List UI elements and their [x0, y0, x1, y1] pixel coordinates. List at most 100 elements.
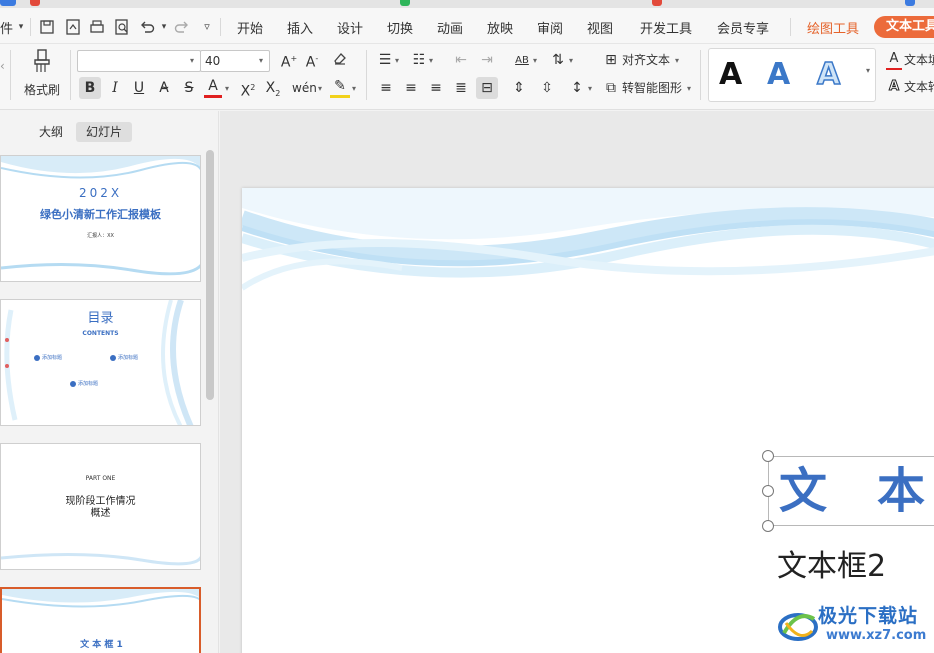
tab-design[interactable]: 设计 [337, 18, 363, 37]
sort-text-button[interactable]: ⇅ [549, 50, 567, 70]
font-size-dropdown-icon[interactable]: ▾ [259, 56, 263, 65]
smartart-dropdown-icon[interactable]: ▾ [687, 84, 691, 93]
resize-handle-top-left[interactable] [762, 450, 774, 462]
align-right-button[interactable]: ≡ [427, 78, 445, 98]
increase-font-size-icon[interactable]: A+ [280, 49, 298, 73]
numbered-list-dropdown-icon[interactable]: ▾ [429, 56, 433, 65]
strikethrough-button[interactable]: S [179, 78, 199, 98]
tab-view[interactable]: 视图 [587, 18, 613, 37]
italic-button[interactable]: I [105, 78, 125, 98]
align-text-icon[interactable]: ⊞ [602, 50, 620, 70]
watermark-site-name: 极光下载站 [818, 605, 919, 627]
spacing-dropdown-icon[interactable]: ▾ [588, 84, 592, 93]
tab-animation[interactable]: 动画 [437, 18, 463, 37]
tab-slideshow[interactable]: 放映 [487, 18, 513, 37]
aurora-logo-icon [778, 613, 818, 641]
convert-smartart-button[interactable]: 转智能图形 [622, 78, 686, 98]
file-menu-chevron-icon[interactable]: ▾ [12, 18, 30, 36]
decrease-indent-button[interactable]: ⇤ [452, 50, 470, 70]
phonetic-guide-button[interactable]: wén [292, 78, 317, 98]
customize-toolbar-icon[interactable]: ▿ [198, 18, 216, 36]
text-shadow-button[interactable]: A̴ [154, 78, 174, 98]
tab-text-tools[interactable]: 文本工具 [874, 16, 934, 38]
text-box-1-content[interactable]: 文本 [779, 461, 934, 521]
undo-icon[interactable] [138, 18, 156, 36]
print-preview-icon[interactable] [113, 18, 131, 36]
divider [220, 18, 221, 36]
resize-handle-middle-left[interactable] [762, 485, 774, 497]
redo-icon[interactable] [173, 18, 191, 36]
undo-dropdown-icon[interactable]: ▾ [155, 18, 173, 36]
spacing-options-button[interactable]: ↕ [568, 78, 586, 98]
thumb2-title: 目录 [87, 311, 114, 326]
phonetic-dropdown-icon[interactable]: ▾ [318, 84, 322, 93]
numbered-list-button[interactable]: ☷ [410, 50, 428, 70]
tab-developer[interactable]: 开发工具 [640, 18, 692, 37]
tab-transitions[interactable]: 切换 [387, 18, 413, 37]
align-left-button[interactable]: ≡ [377, 78, 395, 98]
line-spacing-button[interactable]: ⇕ [510, 78, 528, 98]
text-box-2[interactable]: 文本框2 [777, 541, 886, 585]
print-icon[interactable] [88, 18, 106, 36]
text-fill-button[interactable]: 文本填 [904, 50, 934, 70]
font-color-button[interactable]: A [204, 78, 222, 98]
font-name-select[interactable] [77, 50, 201, 72]
superscript-button[interactable]: X2 [237, 78, 259, 102]
distributed-align-button[interactable]: ⊟ [476, 77, 498, 99]
slide-editor: 文本 文本框2 [220, 111, 934, 653]
bold-button[interactable]: B [79, 77, 101, 99]
text-style-black-icon[interactable]: A [719, 53, 742, 97]
align-text-button[interactable]: 对齐文本 [622, 50, 672, 70]
font-name-dropdown-icon[interactable]: ▾ [190, 56, 194, 65]
panel-scrollbar[interactable] [206, 150, 214, 400]
align-text-dropdown-icon[interactable]: ▾ [675, 56, 679, 65]
subscript-button[interactable]: X2 [262, 78, 284, 104]
tab-slides[interactable]: 幻灯片 [76, 122, 133, 142]
export-pdf-icon[interactable] [64, 18, 82, 36]
slide-thumbnail-2[interactable]: 目录 CONTENTS 添加标题 添加标题 添加标题 [0, 299, 201, 426]
slide-thumbnail-4[interactable]: 文 本 框 1 [0, 587, 201, 653]
watermark-logo: 极光下载站 www.xz7.com [776, 599, 934, 651]
text-fill-icon[interactable]: A [886, 50, 902, 70]
tab-home[interactable]: 开始 [237, 18, 263, 37]
text-direction-dropdown-icon[interactable]: ▾ [533, 56, 537, 65]
text-outline-icon[interactable]: A [886, 77, 902, 97]
text-box-1[interactable]: 文本 [768, 456, 934, 526]
text-outline-button[interactable]: 文本轮 [904, 77, 934, 97]
bullet-list-dropdown-icon[interactable]: ▾ [395, 56, 399, 65]
sort-dropdown-icon[interactable]: ▾ [569, 56, 573, 65]
text-style-more-icon[interactable]: ▾ [866, 66, 870, 75]
tab-member[interactable]: 会员专享 [717, 18, 769, 37]
tab-drawing-tools[interactable]: 绘图工具 [807, 18, 859, 37]
resize-handle-bottom-left[interactable] [762, 520, 774, 532]
divider [70, 50, 71, 100]
font-color-dropdown-icon[interactable]: ▾ [225, 84, 229, 93]
smartart-icon[interactable]: ⧉ [602, 78, 620, 98]
format-painter-icon[interactable] [28, 48, 56, 80]
tab-outline[interactable]: 大纲 [29, 122, 73, 142]
wave-decoration-icon [242, 188, 934, 291]
underline-button[interactable]: U [129, 78, 149, 98]
increase-indent-button[interactable]: ⇥ [478, 50, 496, 70]
text-style-blue-icon[interactable]: A [767, 53, 790, 97]
save-icon[interactable] [38, 18, 56, 36]
text-style-outline-icon[interactable]: A [816, 53, 841, 97]
slide-canvas[interactable]: 文本 文本框2 [242, 188, 934, 653]
thumb1-year: 202X [78, 186, 123, 200]
highlight-button[interactable]: ✎ [330, 78, 350, 98]
slide-thumbnail-1[interactable]: 202X 绿色小清新工作汇报模板 汇报人：XX [0, 155, 201, 282]
format-painter-button[interactable]: 格式刷 [22, 80, 62, 100]
align-center-button[interactable]: ≡ [402, 78, 420, 98]
justify-button[interactable]: ≣ [452, 78, 470, 98]
text-direction-button[interactable]: AB [513, 51, 531, 71]
tab-review[interactable]: 审阅 [537, 18, 563, 37]
divider [790, 18, 791, 36]
highlight-dropdown-icon[interactable]: ▾ [352, 84, 356, 93]
bullet-list-button[interactable]: ☰ [376, 50, 394, 70]
clear-formatting-icon[interactable] [330, 49, 350, 73]
ribbon-left-chevron-icon[interactable]: ‹ [0, 56, 5, 76]
slide-thumbnail-3[interactable]: PART ONE 现阶段工作情况 概述 [0, 443, 201, 570]
tab-insert[interactable]: 插入 [287, 18, 313, 37]
decrease-font-size-icon[interactable]: A- [303, 49, 321, 73]
paragraph-spacing-button[interactable]: ⇳ [538, 78, 556, 98]
